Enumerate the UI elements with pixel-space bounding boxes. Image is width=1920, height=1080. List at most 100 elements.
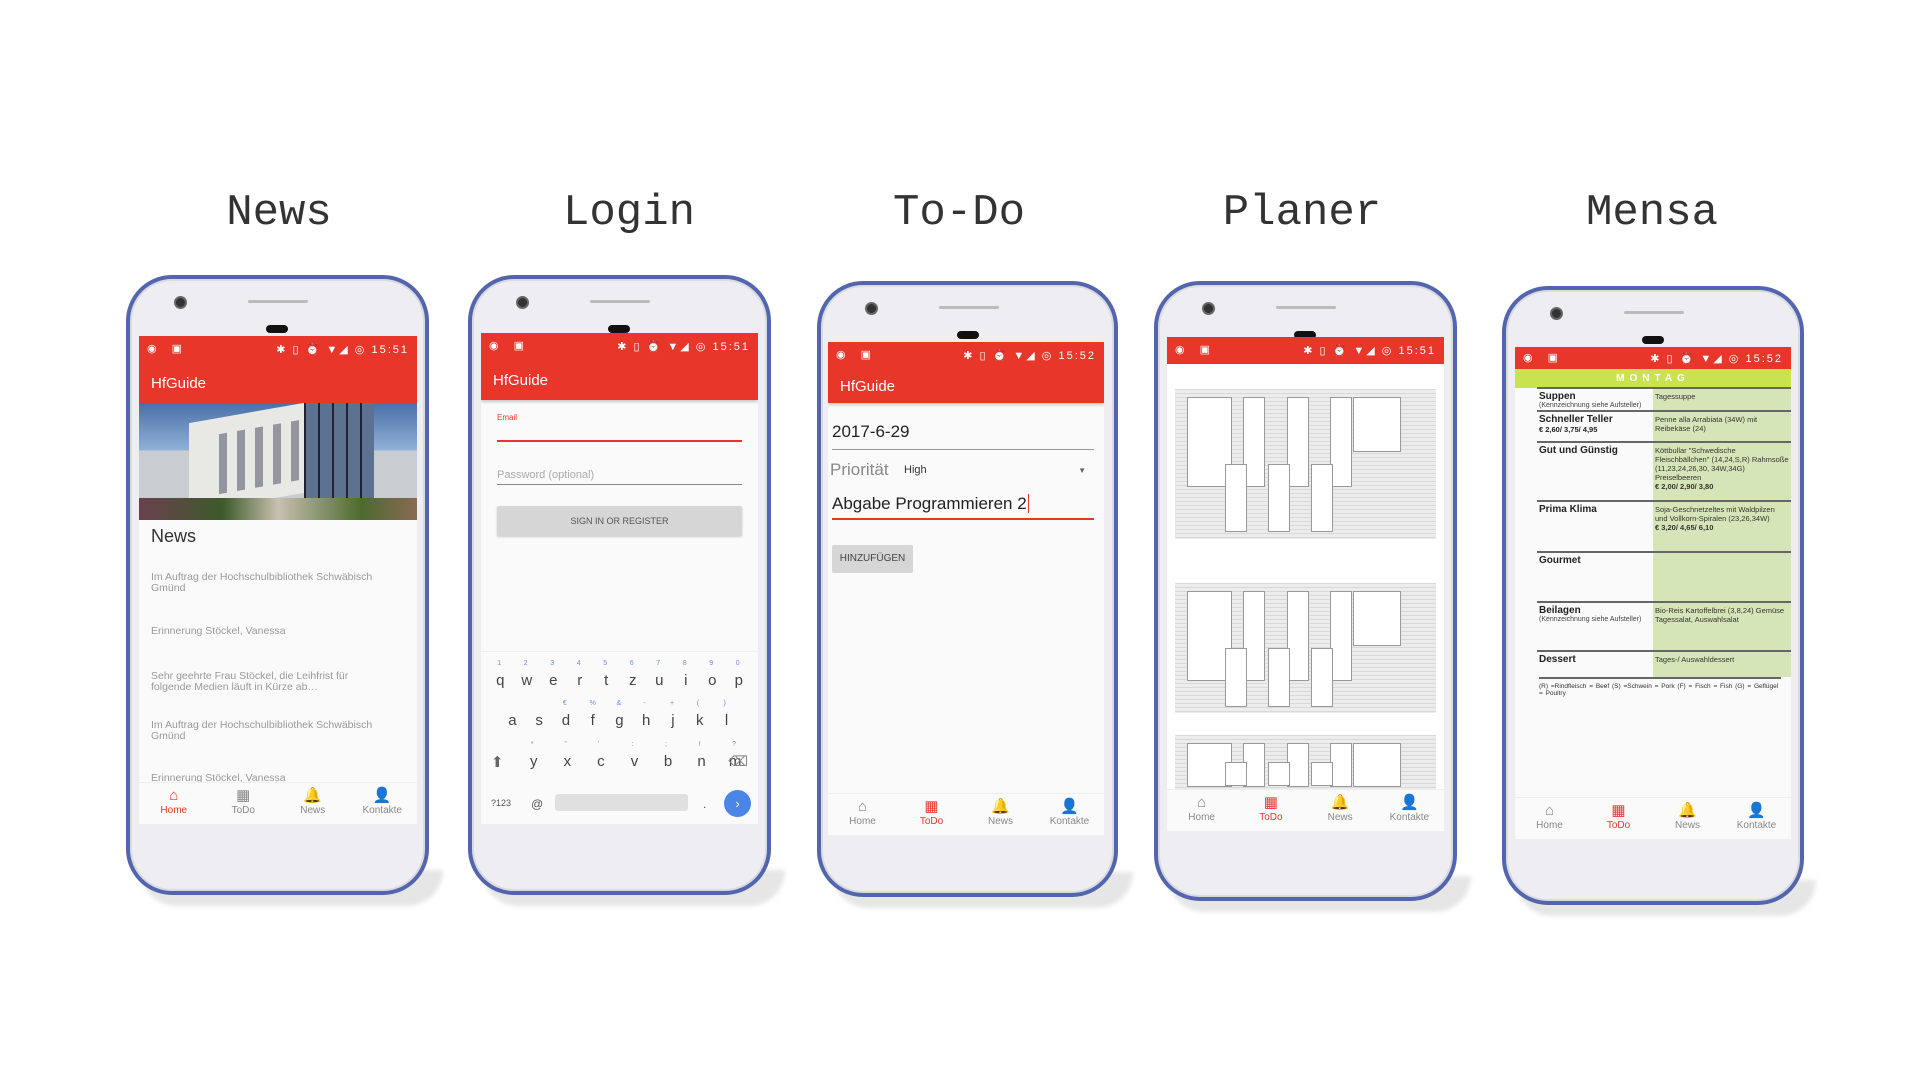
nav-item-kontakte[interactable]: 👤 Kontakte <box>1375 790 1444 831</box>
space-bar[interactable] <box>555 794 688 811</box>
key-hint: - <box>643 700 646 707</box>
camera <box>865 302 878 315</box>
news-item[interactable]: Sehr geehrte Frau Stöckel, die Leihfrist… <box>151 671 389 693</box>
nav-label: Kontakte <box>1049 816 1090 827</box>
key-hint: ) <box>723 700 726 707</box>
nav-label: Home <box>1536 820 1563 831</box>
nav-item-news[interactable]: 🔔 News <box>278 783 348 824</box>
nav-item-news[interactable]: 🔔 News <box>1306 790 1375 831</box>
key-hint: € <box>562 700 567 707</box>
key-s[interactable]: s <box>528 712 550 729</box>
key-q[interactable]: q1 <box>489 660 511 689</box>
period-key[interactable]: . <box>703 797 706 811</box>
timetable-entry <box>1287 397 1309 487</box>
key-b[interactable]: b; <box>657 741 679 770</box>
nav-item-todo[interactable]: ▦ ToDo <box>897 794 966 835</box>
key-o[interactable]: o9 <box>701 660 723 689</box>
timetable-week-3 <box>1175 735 1436 789</box>
title-news: News <box>226 188 332 238</box>
nav-item-kontakte[interactable]: 👤 Kontakte <box>348 783 418 824</box>
day-header: MONTAG <box>1515 369 1791 388</box>
nav-item-todo[interactable]: ▦ ToDo <box>1584 798 1653 839</box>
app-bar: HfGuide <box>139 363 417 403</box>
menu-category: Suppen (Kennzeichnung siehe Aufsteller) <box>1539 391 1649 409</box>
date-field[interactable]: 2017-6-29 <box>832 422 1094 450</box>
home-icon: ⌂ <box>1197 794 1207 811</box>
menu-row: Penne alla Arrabiata (34W) mit Reibekäse… <box>1537 410 1791 441</box>
add-button[interactable]: HINZUFÜGEN <box>832 545 913 573</box>
timetable-entry <box>1268 762 1290 787</box>
key-l[interactable]: l) <box>716 700 738 729</box>
key-hint: * <box>530 741 534 748</box>
key-hint: + <box>669 700 675 707</box>
menu-dish: Tages-/ Auswahldessert <box>1653 652 1791 677</box>
nav-item-kontakte[interactable]: 👤 Kontakte <box>1035 794 1104 835</box>
key-r[interactable]: r4 <box>569 660 591 689</box>
key-t[interactable]: t5 <box>595 660 617 689</box>
nav-item-home[interactable]: ⌂ Home <box>1515 798 1584 839</box>
key-z[interactable]: z6 <box>622 660 644 689</box>
at-key[interactable]: @ <box>531 797 543 811</box>
key-f[interactable]: f% <box>582 700 604 729</box>
bottom-nav: ⌂ Home ▦ ToDo 🔔 News 👤 Kontakte <box>1167 789 1444 831</box>
home-icon: ⌂ <box>1544 802 1555 819</box>
key-j[interactable]: j + <box>662 700 684 729</box>
category-note: (Kennzeichnung siehe Aufsteller) <box>1539 616 1642 623</box>
key-hint: 6 <box>629 660 634 667</box>
timetable-entry <box>1225 648 1247 707</box>
key-p[interactable]: p0 <box>728 660 750 689</box>
key-c[interactable]: c ' <box>590 741 612 770</box>
nav-item-home[interactable]: ⌂ Home <box>139 783 209 824</box>
nav-label: Home <box>849 816 876 827</box>
nav-item-kontakte[interactable]: 👤 Kontakte <box>1722 798 1791 839</box>
key-a[interactable]: a <box>501 712 523 729</box>
nav-item-news[interactable]: 🔔 News <box>1653 798 1722 839</box>
person-icon: 👤 <box>1060 798 1079 815</box>
timetable-week-1 <box>1175 389 1436 539</box>
password-field[interactable]: Password (optional) <box>497 469 742 485</box>
nav-item-home[interactable]: ⌂ Home <box>1167 790 1236 831</box>
key-h[interactable]: h- <box>635 700 657 729</box>
nav-item-home[interactable]: ⌂ Home <box>828 794 897 835</box>
nav-label: News <box>1674 820 1700 831</box>
date-value: 2017-6-29 <box>832 422 910 441</box>
key-x[interactable]: x " <box>556 741 578 770</box>
nav-label: Home <box>1188 812 1215 823</box>
email-field[interactable] <box>497 425 742 442</box>
task-input[interactable]: Abgabe Programmieren 2 <box>832 494 1094 520</box>
nav-item-news[interactable]: 🔔 News <box>966 794 1035 835</box>
title-todo: To-Do <box>892 188 1026 238</box>
symbols-key[interactable]: ?123 <box>491 798 511 808</box>
menu-row: Tagessuppe Suppen (Kennzeichnung siehe Auf… <box>1537 387 1791 410</box>
app-title: HfGuide <box>151 375 207 392</box>
menu-category: Prima Klima <box>1539 504 1649 515</box>
key-hint: % <box>589 700 596 707</box>
key-d[interactable]: d € <box>555 700 577 729</box>
key-n[interactable]: n! <box>691 741 713 770</box>
key-v[interactable]: v: <box>623 741 645 770</box>
news-item[interactable]: Im Auftrag der Hochschulbibliothek Schwä… <box>151 572 389 594</box>
key-i[interactable]: i8 <box>675 660 697 689</box>
nav-item-todo[interactable]: ▦ ToDo <box>1236 790 1305 831</box>
notification-icons: ◉ ▣ <box>1175 344 1217 356</box>
menu-row: Tages-/ Auswahldessert Dessert <box>1537 650 1791 677</box>
news-item[interactable]: Im Auftrag der Hochschulbibliothek Schwä… <box>151 720 389 742</box>
sign-in-button[interactable]: SIGN IN OR REGISTER <box>497 506 742 536</box>
nav-item-todo[interactable]: ▦ ToDo <box>209 783 279 824</box>
priority-select[interactable]: High ▼ <box>904 464 1086 482</box>
key-y[interactable]: y * <box>523 741 545 770</box>
category-name: Gourmet <box>1539 555 1581 566</box>
news-item[interactable]: Erinnerung Stöckel, Vanessa <box>151 626 389 637</box>
key-g[interactable]: g & <box>608 700 630 729</box>
menu-row: Köttbullar "Schwedische Fleischbällchen"… <box>1537 441 1791 500</box>
task-value: Abgabe Programmieren 2 <box>832 494 1027 513</box>
enter-key[interactable]: › <box>724 790 751 817</box>
key-k[interactable]: k( <box>689 700 711 729</box>
key-w[interactable]: w2 <box>516 660 538 689</box>
key-u[interactable]: u7 <box>648 660 670 689</box>
key-e[interactable]: e3 <box>542 660 564 689</box>
shift-key[interactable]: ⬆ <box>491 753 504 771</box>
key-hint: 7 <box>656 660 661 667</box>
timetable-entry <box>1225 762 1247 787</box>
backspace-key[interactable]: ⌫ <box>728 753 748 770</box>
